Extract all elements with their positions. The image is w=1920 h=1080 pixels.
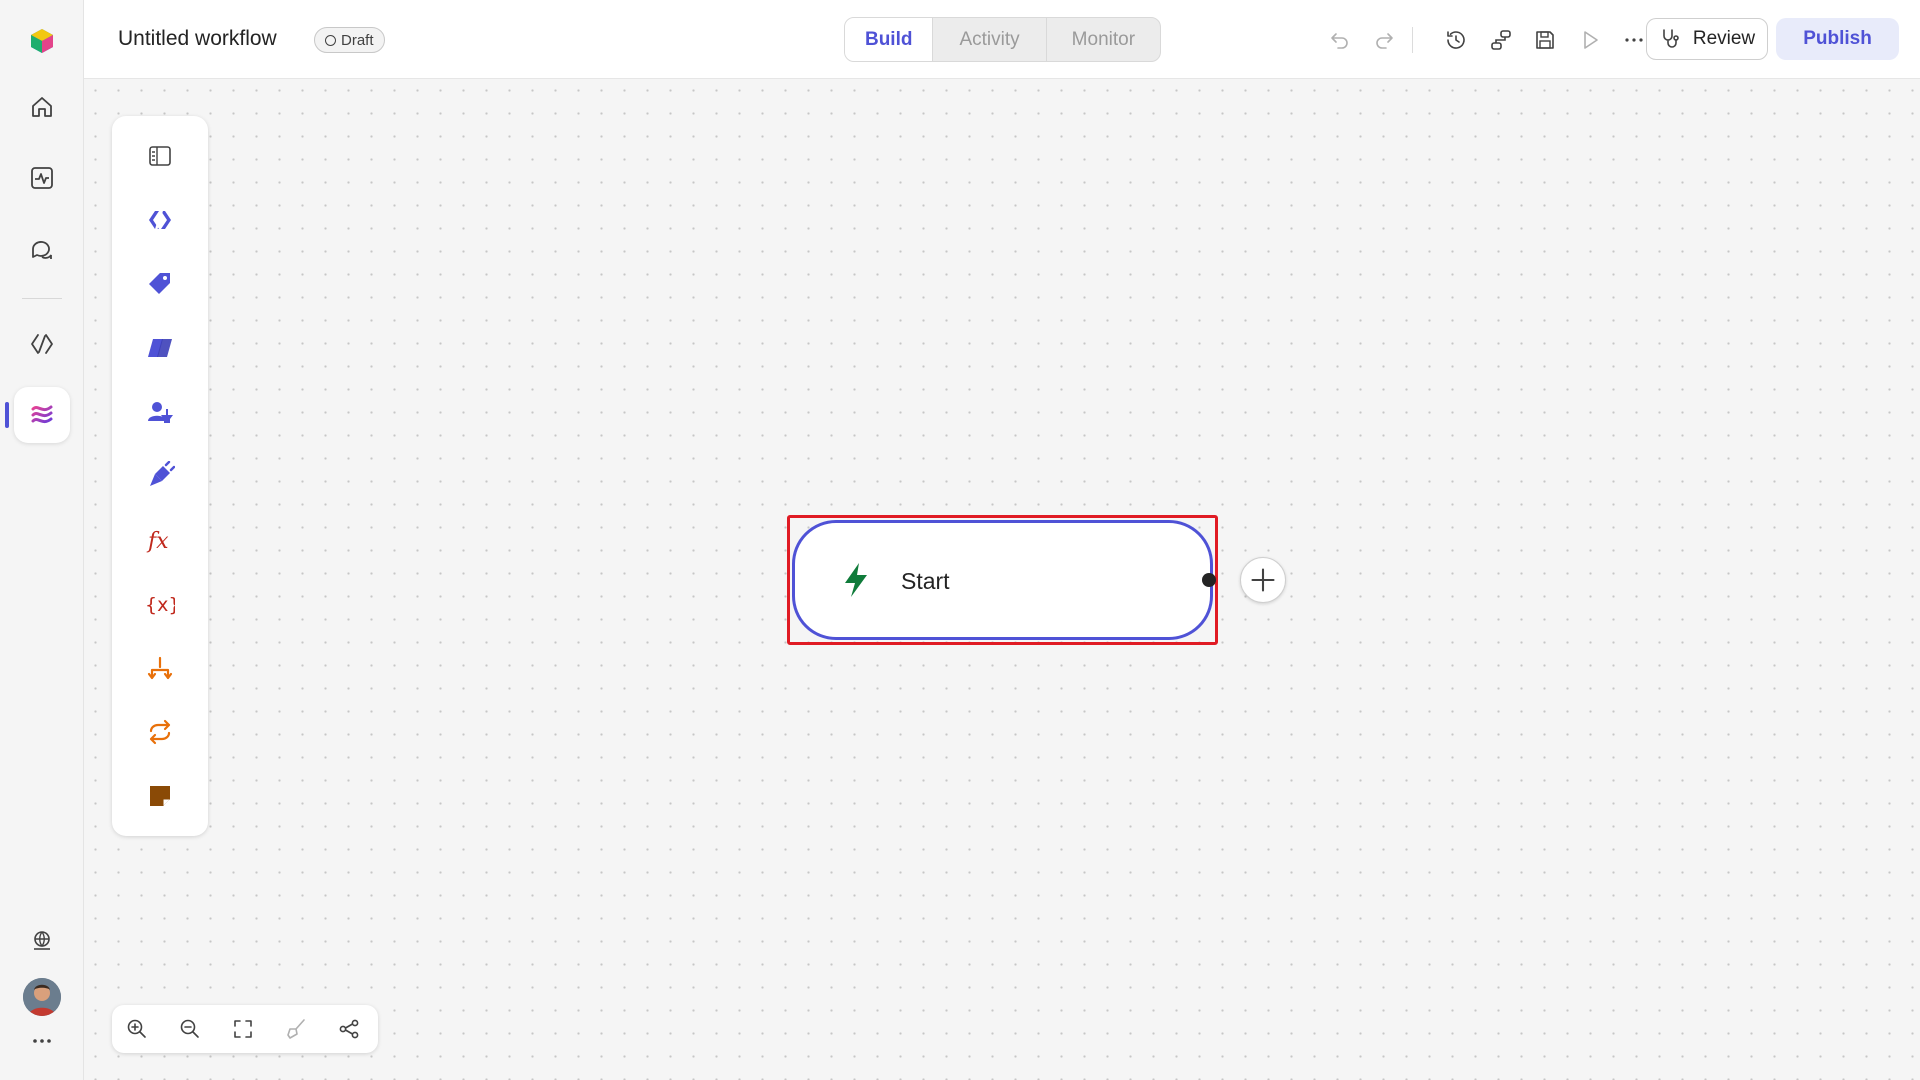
stethoscope-icon [1663,29,1679,48]
save-icon [1536,31,1554,49]
rail-code[interactable] [14,316,70,372]
tag-icon [149,273,170,294]
palette-note[interactable] [136,772,184,820]
connections-icon [1491,30,1511,50]
user-approval-icon [148,402,173,423]
rail-active-indicator [5,402,9,428]
svg-text:fx: fx [146,529,169,554]
draft-status-icon [325,34,336,46]
rail-activity[interactable] [14,150,70,206]
toggle-panel-icon [149,146,171,166]
run-icon [1584,31,1598,49]
palette-copilot[interactable] [136,324,184,372]
rail-environment[interactable] [14,913,70,969]
zoom-in-icon [127,1019,146,1038]
review-button-label: Review [1692,28,1756,49]
auto-layout-button[interactable] [334,1014,364,1044]
rail-home[interactable] [14,79,70,135]
undo-icon [1331,33,1348,49]
history-icon [1447,31,1465,49]
code-action-icon [149,209,171,231]
globe-icon [34,931,50,950]
history-button[interactable] [1438,22,1474,58]
redo-icon [1376,33,1393,49]
home-icon [32,97,52,117]
auto-layout-icon [339,1019,359,1039]
node-palette: fx {x} [112,116,208,836]
undo-button[interactable] [1322,22,1358,58]
function-fx-icon: fx [146,529,169,554]
palette-code-action[interactable] [136,196,184,244]
chat-icon [32,241,52,259]
palette-user-approval[interactable] [136,388,184,436]
rail-workflows[interactable] [14,387,70,443]
palette-connector[interactable] [136,452,184,500]
activity-icon [31,167,53,189]
start-node[interactable]: Start [792,520,1213,640]
tab-monitor[interactable]: Monitor [1047,18,1160,61]
connections-button[interactable] [1483,22,1519,58]
fit-screen-icon [234,1020,252,1038]
palette-variable[interactable]: {x} [136,580,184,628]
tab-activity[interactable]: Activity [933,18,1047,61]
add-node-button[interactable] [1240,557,1286,603]
app-logo-icon [31,29,53,53]
palette-toggle-button[interactable] [136,132,184,180]
avatar[interactable] [23,978,61,1016]
run-button[interactable] [1572,22,1608,58]
review-button[interactable]: Review [1646,18,1768,60]
toolbar-divider [1412,27,1413,53]
more-icon [33,1039,51,1043]
rail-chat[interactable] [14,222,70,278]
more-icon [1625,38,1643,42]
app-logo[interactable] [14,13,70,69]
tidy-brush-icon [287,1019,305,1039]
save-button[interactable] [1527,22,1563,58]
loop-icon [149,719,171,745]
zoom-out-icon [180,1019,199,1038]
variable-icon: {x} [145,594,175,616]
rail-divider [22,298,62,299]
avatar-image [23,978,61,1016]
zoom-out-button[interactable] [175,1014,205,1044]
output-port[interactable] [1202,573,1216,587]
branch-icon [147,656,173,680]
workflows-icon [31,405,53,424]
tab-build[interactable]: Build [845,18,934,61]
code-icon [31,334,53,354]
plus-icon [1251,568,1275,592]
palette-branch[interactable] [136,644,184,692]
rail-more[interactable] [14,1021,70,1061]
copilot-icon [148,339,172,357]
publish-button[interactable]: Publish [1776,18,1899,60]
note-icon [150,786,170,806]
tidy-button[interactable] [281,1014,311,1044]
status-badge-label: Draft [341,31,374,49]
palette-function[interactable]: fx [136,516,184,564]
zoom-controls [112,1005,378,1053]
workflow-title[interactable]: Untitled workflow [118,27,277,51]
zoom-in-button[interactable] [122,1014,152,1044]
top-bar: Untitled workflow Draft Build Activity M… [84,0,1920,79]
app-rail [0,0,84,1080]
start-node-label: Start [901,568,950,594]
lightning-icon [845,563,867,597]
view-tabs: Build Activity Monitor [844,17,1161,62]
palette-loop[interactable] [136,708,184,756]
svg-text:{x}: {x} [145,594,175,616]
status-badge: Draft [314,27,385,53]
fit-screen-button[interactable] [228,1014,258,1044]
redo-button[interactable] [1366,22,1402,58]
connector-plug-icon [150,461,175,486]
palette-tag[interactable] [136,260,184,308]
